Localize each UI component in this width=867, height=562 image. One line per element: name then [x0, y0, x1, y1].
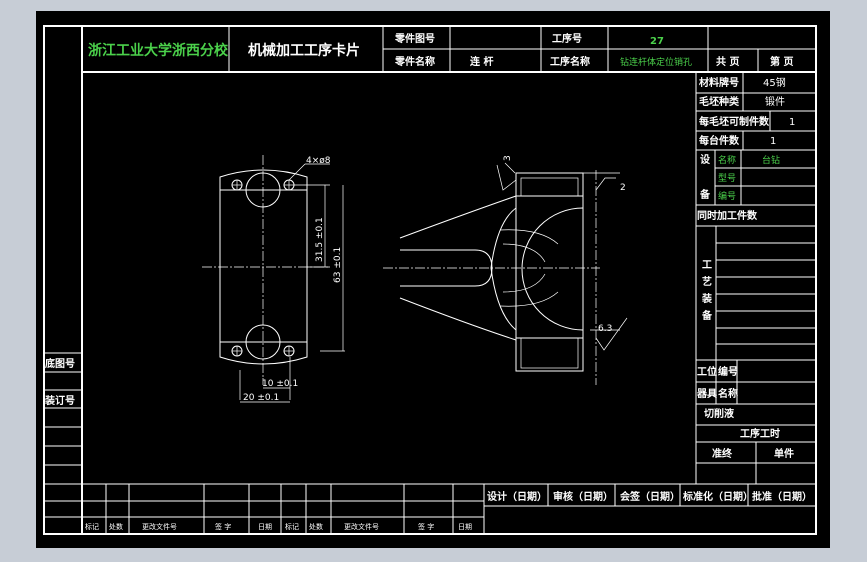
rev-col-7: 更改文件号 [344, 522, 379, 531]
parts-per-unit-value: 1 [770, 136, 776, 147]
process-equipment-label-1: 工 [702, 260, 712, 271]
dim-10: 10 ±0.1 [262, 379, 298, 389]
unit-time-label: 单件 [774, 447, 794, 460]
rev-col-2: 更改文件号 [142, 522, 177, 531]
rev-col-3: 签 字 [215, 522, 231, 531]
parts-per-blank-label: 每毛坯可制件数 [699, 115, 770, 128]
material-value: 45钢 [763, 76, 786, 89]
side-view [383, 162, 628, 385]
process-name-label: 工序名称 [550, 55, 590, 68]
roughness-right: 2 [620, 183, 626, 193]
rev-col-6: 处数 [309, 522, 323, 531]
rev-col-0: 标记 [85, 522, 99, 531]
process-equipment-label-2: 艺 [702, 275, 712, 288]
countersign-label: 会签（日期） [620, 490, 680, 503]
rev-col-5: 标记 [285, 522, 299, 531]
rev-col-8: 签 字 [418, 522, 434, 531]
equip-number-label: 编号 [718, 190, 736, 202]
school-name: 浙江工业大学浙西分校 [88, 42, 229, 59]
coolant-label: 切削液 [704, 407, 734, 420]
dim-31-5: 31.5 ±0.1 [315, 217, 325, 262]
part-no-label: 零件图号 [394, 32, 435, 45]
equip-name-label: 名称 [718, 154, 736, 166]
process-no-value: 27 [650, 36, 664, 47]
process-card-drawing: 浙江工业大学浙西分校 机械加工工序卡片 零件图号 零件名称 连 杆 工序号 27… [43, 25, 817, 535]
card-title: 机械加工工序卡片 [248, 42, 360, 59]
process-name-value: 钻连杆体定位销孔 [620, 56, 692, 68]
standardize-label: 标准化（日期） [682, 490, 753, 503]
parts-per-unit-label: 每台件数 [699, 134, 740, 147]
fixture-label: 工位 [697, 365, 717, 378]
roughness-top: 3 [503, 155, 513, 161]
dim-20: 20 ±0.1 [243, 393, 279, 403]
review-label: 审核（日期） [553, 490, 613, 503]
front-view [202, 155, 345, 403]
process-equipment-label-4: 备 [701, 309, 713, 322]
process-no-label: 工序号 [552, 32, 582, 45]
fixture-no-label: 编号 [718, 365, 738, 378]
equip-model-label: 型号 [718, 173, 736, 184]
simultaneous-label: 同时加工件数 [697, 209, 758, 222]
prep-time-label: 准终 [712, 447, 733, 460]
design-label: 设计（日期） [487, 490, 547, 503]
equipment-label-1: 设 [700, 153, 710, 166]
approve-label: 批准（日期） [752, 490, 812, 503]
total-pages-label: 共 页 [716, 55, 739, 68]
tool-name-label: 名称 [718, 387, 738, 400]
cad-canvas: 浙江工业大学浙西分校 机械加工工序卡片 零件图号 零件名称 连 杆 工序号 27… [0, 0, 867, 562]
rev-col-1: 处数 [109, 522, 123, 531]
roughness-bottom: 6.3 [598, 324, 612, 334]
dim-63: 63 ±0.1 [333, 247, 343, 283]
blank-type-value: 锻件 [765, 95, 785, 108]
equipment-label-2: 备 [699, 188, 711, 201]
hole-callout: 4×ø8 [306, 156, 331, 166]
revision-column-headers: 标记 处数 更改文件号 签 字 日期 标记 处数 更改文件号 签 字 日期 [85, 522, 472, 531]
process-equipment-label-3: 装 [701, 292, 712, 305]
equip-name-value: 台钻 [762, 154, 780, 166]
rev-col-4: 日期 [258, 523, 272, 531]
binding-no-label: 装订号 [44, 394, 75, 407]
blank-type-label: 毛坯种类 [699, 95, 739, 108]
process-time-label: 工序工时 [740, 427, 780, 440]
part-name-label: 零件名称 [394, 55, 435, 68]
tool-label: 器具 [696, 388, 717, 400]
part-name-value: 连 杆 [470, 55, 493, 68]
material-label: 材料牌号 [699, 76, 739, 89]
base-drawing-label: 底图号 [45, 357, 75, 370]
page-label: 第 页 [770, 55, 793, 68]
parts-per-blank-value: 1 [789, 117, 795, 128]
rev-col-9: 日期 [458, 523, 472, 531]
